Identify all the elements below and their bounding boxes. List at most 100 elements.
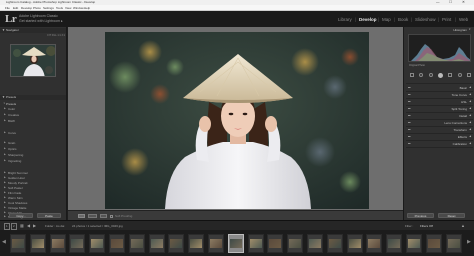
user-preset[interactable]: ▶ Bright Summer: [4, 171, 28, 175]
develop-toolbar: Soft Proofing: [68, 210, 403, 220]
scroll-right-icon[interactable]: ▶: [467, 239, 471, 245]
user-preset[interactable]: ▶ Soft Pastel: [4, 186, 23, 190]
preset-group-label: Color: [8, 107, 16, 111]
radial-filter-icon[interactable]: [457, 73, 462, 77]
section-hsl[interactable]: ▬ HSL ◀: [408, 100, 471, 104]
user-preset[interactable]: ▶ Golden Hour: [4, 176, 25, 180]
presets-header[interactable]: ▼ Presets: [0, 95, 66, 100]
navigator-preview[interactable]: [10, 44, 56, 77]
filmstrip-thumbnail[interactable]: [168, 234, 185, 253]
panel-divider: [406, 112, 473, 113]
user-preset[interactable]: ▶ Cool Shadows: [4, 201, 27, 205]
graduated-filter-icon[interactable]: [448, 73, 453, 77]
section-basic[interactable]: ▬ Basic ◀: [408, 86, 471, 90]
scroll-left-icon[interactable]: ◀: [2, 239, 6, 245]
preset-group[interactable]: ▶ Creative: [4, 113, 19, 117]
preset-group-label: Curve: [8, 131, 17, 135]
filmstrip-thumbnail[interactable]: [188, 234, 205, 253]
filmstrip-thumbnail[interactable]: [227, 234, 244, 253]
module-separator: |: [455, 17, 457, 22]
presets-folder[interactable]: ▼ Presets: [3, 102, 16, 106]
previous-button[interactable]: Previous: [407, 213, 434, 218]
panel-divider: [406, 140, 473, 141]
module-develop[interactable]: Develop: [359, 17, 377, 22]
identity-plate: Lr Adobe Lightroom Classic Get started w…: [0, 11, 474, 27]
module-print[interactable]: Print: [442, 17, 451, 22]
navigator-zoom-options[interactable]: FIT FILL 1:1 3:1: [2, 34, 65, 38]
preset-group[interactable]: ▶ Vignetting: [4, 159, 21, 163]
section-effects[interactable]: ▬ Effects ◀: [408, 135, 471, 139]
filmstrip-thumbnail[interactable]: [89, 234, 106, 253]
copy-settings-button[interactable]: Copy...: [9, 213, 33, 218]
filmstrip-thumbnail[interactable]: [425, 234, 442, 253]
user-preset[interactable]: ▶ Warm Skin: [4, 196, 23, 200]
module-map[interactable]: Map: [382, 17, 391, 22]
module-slideshow[interactable]: Slideshow: [415, 17, 436, 22]
filmstrip-thumbnail[interactable]: [406, 234, 422, 253]
filmstrip-thumbnail[interactable]: [386, 234, 403, 253]
expand-triangle-icon: ▶: [4, 153, 6, 156]
navigator-header[interactable]: ▼ Navigator: [0, 28, 66, 33]
preset-group[interactable]: ▶ Sharpening: [4, 153, 23, 157]
section-detail[interactable]: ▬ Detail ◀: [408, 114, 471, 118]
module-library[interactable]: Library: [338, 17, 352, 22]
softproof-checkbox[interactable]: [110, 215, 113, 218]
compare-icon[interactable]: [100, 214, 107, 218]
filmstrip-thumbnail[interactable]: [326, 234, 343, 253]
histogram-header[interactable]: Histogram ▼: [408, 28, 471, 32]
preset-group[interactable]: ▶ B&W: [4, 119, 15, 123]
filmstrip-thumbnail[interactable]: [109, 234, 125, 253]
histogram[interactable]: [408, 34, 471, 62]
spot-removal-icon[interactable]: [419, 73, 424, 77]
filmstrip-thumbnail[interactable]: [29, 234, 46, 253]
filmstrip-thumbnail[interactable]: [287, 234, 304, 253]
histogram-label: Histogram: [453, 28, 467, 32]
before-after-icon[interactable]: [88, 214, 97, 218]
masking-icon[interactable]: [437, 72, 443, 78]
loupe-view-icon[interactable]: [78, 214, 85, 218]
get-started-link[interactable]: Get started with Lightroom ▸: [19, 19, 63, 23]
filmstrip-thumbnail[interactable]: [128, 234, 145, 253]
filmstrip-thumbnail[interactable]: [10, 234, 26, 253]
section-toggle-icon: ▬: [408, 93, 411, 96]
develop-photo[interactable]: [105, 32, 369, 209]
user-preset[interactable]: ▶ Moody Portrait: [4, 181, 28, 185]
section-calibration[interactable]: ▬ Calibration ◀: [408, 142, 471, 146]
preset-group[interactable]: ▶ Grain: [4, 141, 15, 145]
section-transform[interactable]: ▬ Transform ◀: [408, 128, 471, 132]
thumbnail-image: [229, 239, 242, 248]
filmstrip-thumbnail[interactable]: [307, 234, 323, 253]
paste-settings-button[interactable]: Paste: [37, 213, 61, 218]
filmstrip-thumbnail[interactable]: [445, 234, 462, 253]
preset-group[interactable]: ▶ Color: [4, 107, 16, 111]
thumbnail-image: [309, 239, 321, 248]
brush-icon[interactable]: [466, 73, 471, 77]
preset-group[interactable]: ▶ Curve: [4, 131, 17, 135]
reset-button[interactable]: Reset: [438, 213, 465, 218]
crop-tool-icon[interactable]: [410, 73, 414, 77]
collapse-triangle-icon: ◀: [469, 135, 471, 138]
filmstrip-thumbnail[interactable]: [267, 234, 284, 253]
filmstrip-thumbnail[interactable]: [49, 234, 66, 253]
red-eye-icon[interactable]: [428, 73, 433, 77]
filmstrip-thumbnail[interactable]: [148, 234, 165, 253]
user-preset[interactable]: ▶ Vintage Matte: [4, 206, 26, 210]
section-tone-curve[interactable]: ▬ Tone Curve ◀: [408, 93, 471, 97]
section-lens-corrections[interactable]: ▬ Lens Corrections ◀: [408, 121, 471, 125]
module-web[interactable]: Web: [459, 17, 468, 22]
user-preset[interactable]: ▶ Film Fade: [4, 191, 21, 195]
module-book[interactable]: Book: [398, 17, 408, 22]
page-2-button[interactable]: 2: [11, 223, 17, 230]
filmstrip-thumbnail[interactable]: [346, 234, 363, 253]
panel-divider: [406, 83, 473, 84]
expand-triangle-icon: ▶: [4, 191, 6, 194]
page-1-button[interactable]: 1: [4, 223, 10, 230]
section-split-toning[interactable]: ▬ Split Toning ◀: [408, 107, 471, 111]
filmstrip-thumbnail[interactable]: [366, 234, 383, 253]
image-canvas[interactable]: [68, 27, 403, 210]
filmstrip-thumbnail[interactable]: [69, 234, 86, 253]
preset-group[interactable]: ▶ Optics: [4, 147, 17, 151]
filmstrip-thumbnail[interactable]: [208, 234, 224, 253]
filmstrip-thumbnail[interactable]: [247, 234, 264, 253]
preset-group-label: B&W: [8, 119, 15, 123]
